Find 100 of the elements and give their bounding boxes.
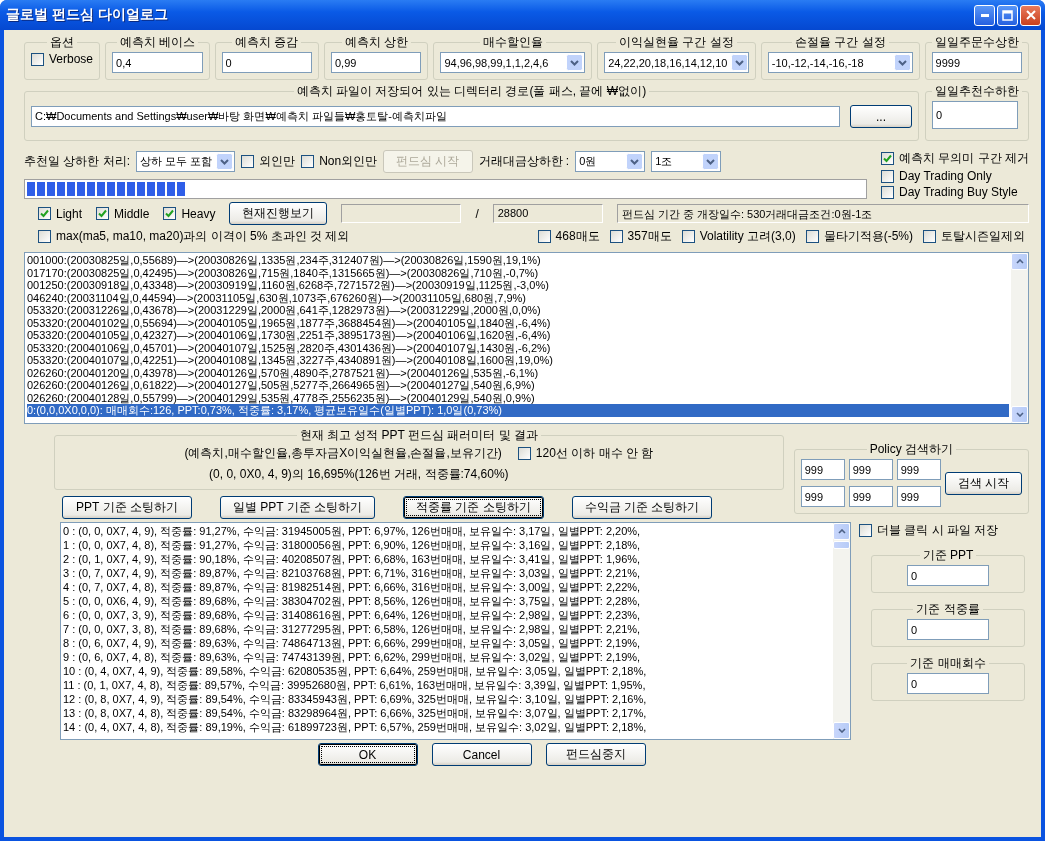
input-field[interactable]: 999 <box>848 459 893 480</box>
result-row[interactable]: 7 : (0, 0, 0X7, 3, 8), 적중률: 89,68%, 수익금: 31277295원, PPT: 6,58%, 126번매매, 보유일수: 2,98일, 일별PPT: 2,21%, <box>63 622 831 636</box>
input-field[interactable]: 999 <box>896 486 941 507</box>
log-row[interactable]: 001000:(20030825일,0,55689)—>(20030826일,1335원,234주,312407원)—>(20030826일,1590원,19,1%) <box>27 254 1009 267</box>
checkbox-label[interactable]: Heavy <box>181 206 216 221</box>
checkbox[interactable] <box>31 52 44 66</box>
checkbox[interactable] <box>859 524 872 537</box>
input-field[interactable]: 0 <box>907 673 989 694</box>
dialog-button[interactable]: Cancel <box>431 743 532 766</box>
result-row[interactable]: 6 : (0, 0, 0X7, 3, 9), 적중률: 89,68%, 수익금: 31408616원, PPT: 6,64%, 126번매매, 보유일수: 2,98일, 일별PPT: 2,23%, <box>63 608 831 622</box>
input-field[interactable]: 0 <box>907 565 989 586</box>
checkbox[interactable] <box>881 152 894 165</box>
input-field[interactable]: 0,99 <box>330 52 422 73</box>
result-row[interactable]: 11 : (0, 1, 0X7, 4, 8), 적중률: 89,57%, 수익금: 39952680원, PPT: 6,61%, 163번매매, 보유일수: 3,39일, 일별PPT: 1,95%, <box>63 678 831 692</box>
result-row[interactable]: 13 : (0, 8, 0X7, 4, 8), 적중률: 89,54%, 수익금: 83298964원, PPT: 6,66%, 325번매매, 보유일수: 3,07일, 일별PPT: 2,17%, <box>63 706 831 720</box>
input-field[interactable]: 0 <box>907 619 989 640</box>
log-row[interactable]: 053320:(20040105일,0,42327)—>(20040106일,1730원,2251주,3895173원)—>(20040106일,1620원,-6,4%) <box>27 329 1009 342</box>
result-row[interactable]: 12 : (0, 8, 0X7, 4, 9), 적중률: 89,54%, 수익금: 83345943원, PPT: 6,69%, 325번매매, 보유일수: 3,10일, 일별PPT: 2,16%, <box>63 692 831 706</box>
checkbox-label[interactable]: Non외인만 <box>319 153 378 170</box>
result-row[interactable]: 10 : (0, 4, 0X7, 4, 9), 적중률: 89,58%, 수익금: 62080535원, PPT: 6,64%, 259번매매, 보유일수: 3,05일, 일별PPT: 2,18%, <box>63 664 831 678</box>
input-field[interactable]: 999 <box>848 486 893 507</box>
checkbox-label[interactable]: 120선 이하 매수 안 함 <box>535 445 654 462</box>
log-row[interactable]: 053320:(20040106일,0,45701)—>(20040107일,1525원,2820주,4301436원)—>(20040107일,1430원,-6,2%) <box>27 341 1009 354</box>
dropdown[interactable]: 0원 <box>575 151 646 172</box>
result-row[interactable]: 8 : (0, 6, 0X7, 4, 9), 적중률: 89,63%, 수익금: 74864713원, PPT: 6,66%, 299번매매, 보유일수: 3,05일, 일별PPT: 2,19%, <box>63 636 831 650</box>
input-field[interactable]: 999 <box>800 459 845 480</box>
checkbox-label[interactable]: Day Trading Only <box>899 169 992 183</box>
sort-button[interactable]: 수익금 기준 소팅하기 <box>571 496 713 519</box>
log-row[interactable]: 026260:(20040126일,0,61822)—>(20040127일,505원,5277주,2664965원)—>(20040127일,540원,6,9%) <box>27 379 1009 392</box>
log-row[interactable]: 026260:(20040120일,0,43978)—>(20040126일,570원,4890주,2787521원)—>(20040126일,535원,-6,1%) <box>27 366 1009 379</box>
checkbox[interactable] <box>923 230 936 243</box>
log-row[interactable]: 017170:(20030825일,0,42495)—>(20030826일,715원,1840주,1315665원)—>(20030826일,710원,-0,7%) <box>27 266 1009 279</box>
log-row[interactable]: 046240:(20031104일,0,44594)—>(20031105일,630원,1073주,676260원)—>(20031105일,680원,7,9%) <box>27 291 1009 304</box>
scroll-down-button[interactable] <box>833 722 850 739</box>
result-row[interactable]: 3 : (0, 7, 0X7, 4, 9), 적중률: 89,87%, 수익금: 82103768원, PPT: 6,71%, 316번매매, 보유일수: 3,03일, 일별PPT: 2,21%, <box>63 566 831 580</box>
input-field[interactable]: 9999 <box>931 52 1022 73</box>
maximize-button[interactable] <box>997 4 1018 26</box>
checkbox[interactable] <box>537 230 551 243</box>
scroll-up-button[interactable] <box>833 523 850 540</box>
input-field[interactable]: 0 <box>221 52 312 73</box>
log-row[interactable]: 053320:(20031226일,0,43678)—>(20031229일,2000원,641주,1282973원)—>(20031229일,2000원,0,0%) <box>27 304 1009 317</box>
checkbox-label[interactable]: Verbose <box>49 52 94 66</box>
checkbox[interactable] <box>38 207 51 220</box>
log-row[interactable]: 026260:(20040128일,0,55799)—>(20040129일,535원,4778주,2556235원)—>(20040129일,540원,0,9%) <box>27 391 1009 404</box>
checkbox-label[interactable]: 357매도 <box>627 228 672 245</box>
scroll-up-button[interactable] <box>1011 253 1028 270</box>
dropdown[interactable]: 24,22,20,18,16,14,12,10 <box>604 52 749 73</box>
checkbox[interactable] <box>681 230 695 243</box>
log-row[interactable]: 053320:(20040107일,0,42251)—>(20040108일,1345원,3227주,4340891원)—>(20040108일,1600원,19,0%) <box>27 354 1009 367</box>
dialog-button[interactable]: OK <box>317 743 418 766</box>
checkbox-label[interactable]: Day Trading Buy Style <box>899 185 1018 199</box>
checkbox-label[interactable]: 물타기적용(-5%) <box>823 228 913 245</box>
path-field[interactable]: C:₩Documents and Settings₩user₩바탕 화면₩예측치 파일들₩홍토탈-예측치파일 <box>31 106 840 127</box>
checkbox[interactable] <box>163 207 177 220</box>
scrollbar[interactable] <box>1011 253 1028 423</box>
action-button[interactable]: 현재진행보기 <box>229 202 328 225</box>
result-row[interactable]: 1 : (0, 0, 0X7, 4, 8), 적중률: 91,27%, 수익금: 31800056원, PPT: 6,90%, 126번매매, 보유일수: 3,16일, 일별PPT: 2,18%, <box>63 538 831 552</box>
dropdown[interactable]: 상하 모두 포함 <box>136 151 236 172</box>
result-row[interactable]: 14 : (0, 4, 0X7, 4, 8), 적중률: 89,19%, 수익금: 61899723원, PPT: 6,57%, 259번매매, 보유일수: 3,02일, 일별PPT: 2,18%, <box>63 720 831 734</box>
result-row[interactable]: 5 : (0, 0, 0X6, 4, 9), 적중률: 89,68%, 수익금: 38304702원, PPT: 8,56%, 126번매매, 보유일수: 3,75일, 일별PPT: 2,28%, <box>63 594 831 608</box>
scrollbar[interactable] <box>833 523 850 739</box>
checkbox[interactable] <box>517 447 531 460</box>
log-row[interactable]: 0:(0,0,0X0,0,0): 매매회수:126, PPT:0,73%, 적중률: 3,17%, 평균보유일수(일별PPT): 1,0일(0,73%) <box>27 404 1009 417</box>
dropdown[interactable]: -10,-12,-14,-16,-18 <box>767 52 913 73</box>
result-row[interactable]: 0 : (0, 0, 0X7, 4, 9), 적중률: 91,27%, 수익금: 31945005원, PPT: 6,97%, 126번매매, 보유일수: 3,17일, 일별PPT: 2,20%, <box>63 524 831 538</box>
checkbox[interactable] <box>881 169 894 183</box>
scroll-thumb[interactable] <box>833 541 850 549</box>
checkbox-label[interactable]: Middle <box>114 206 150 221</box>
checkbox[interactable] <box>241 155 255 168</box>
input-field[interactable]: 0,4 <box>112 52 203 73</box>
checkbox-label[interactable]: 외인만 <box>259 153 296 170</box>
sort-button[interactable]: 적중률 기준 소팅하기 <box>403 496 544 519</box>
checkbox-label[interactable]: Light <box>56 206 83 221</box>
checkbox[interactable] <box>96 207 110 220</box>
checkbox-label[interactable]: Volatility 고려(3,0) <box>699 228 796 245</box>
checkbox[interactable] <box>609 230 623 243</box>
log-row[interactable]: 001250:(20030918일,0,43348)—>(20030919일,1160원,6268주,7271572원)—>(20030919일,1125원,-3,0%) <box>27 279 1009 292</box>
checkbox-label[interactable]: 더블 클릭 시 파일 저장 <box>877 522 999 539</box>
search-button[interactable]: 검색 시작 <box>944 472 1022 495</box>
result-row[interactable]: 4 : (0, 7, 0X7, 4, 8), 적중률: 89,87%, 수익금: 81982514원, PPT: 6,66%, 316번매매, 보유일수: 3,00일, 일별PPT: 2,22%, <box>63 580 831 594</box>
log-row[interactable]: 053320:(20040102일,0,55694)—>(20040105일,1965원,1877주,3688454원)—>(20040105일,1840원,-6,4%) <box>27 316 1009 329</box>
checkbox-label[interactable]: 468매도 <box>555 228 600 245</box>
checkbox[interactable] <box>38 230 51 243</box>
input-field[interactable]: 0 <box>932 101 1018 129</box>
dropdown[interactable]: 94,96,98,99,1,1,2,4,6 <box>440 52 586 73</box>
scroll-down-button[interactable] <box>1011 406 1028 423</box>
dialog-button[interactable]: 펀드심중지 <box>545 743 646 766</box>
checkbox-label[interactable]: 토탈시즌일제외 <box>941 228 1025 245</box>
sort-button[interactable]: 일별 PPT 기준 소팅하기 <box>220 496 376 519</box>
sort-button[interactable]: PPT 기준 소팅하기 <box>62 496 192 519</box>
close-button[interactable] <box>1020 4 1041 26</box>
input-field[interactable]: 999 <box>896 459 941 480</box>
minimize-button[interactable] <box>974 4 995 26</box>
result-row[interactable]: 9 : (0, 6, 0X7, 4, 8), 적중률: 89,63%, 수익금: 74743139원, PPT: 6,62%, 299번매매, 보유일수: 3,02일, 일별PPT: 2,19%, <box>63 650 831 664</box>
checkbox[interactable] <box>805 230 819 243</box>
dropdown[interactable]: 1조 <box>651 151 722 172</box>
browse-button[interactable]: ... <box>850 105 912 128</box>
result-row[interactable]: 2 : (0, 1, 0X7, 4, 9), 적중률: 90,18%, 수익금: 40208507원, PPT: 6,68%, 163번매매, 보유일수: 3,41일, 일별PPT: 1,96%, <box>63 552 831 566</box>
checkbox[interactable] <box>301 155 315 168</box>
checkbox-label[interactable]: 예측치 무의미 구간 제거 <box>899 150 1029 167</box>
